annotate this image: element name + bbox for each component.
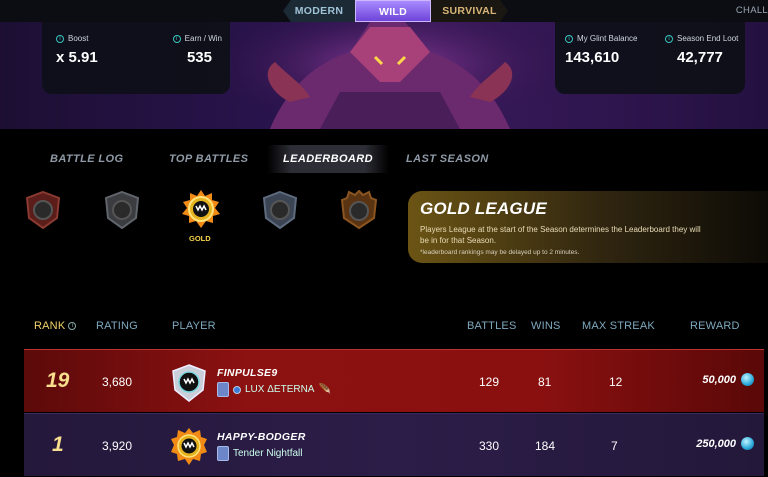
league-title: GOLD LEAGUE — [420, 199, 547, 218]
gold-league-icon[interactable] — [181, 190, 221, 230]
guild-name: Tender Nightfall — [233, 448, 303, 459]
avatar[interactable] — [170, 428, 208, 466]
champion-league-icon[interactable] — [339, 190, 379, 230]
glint-coin-icon — [741, 437, 754, 450]
format-tabs: MODERN WILD SURVIVAL — [283, 0, 508, 22]
rating-value: 3,920 — [102, 439, 133, 453]
loot-stat: i Season End Loot 42,777 — [665, 34, 738, 66]
challenge-link[interactable]: CHALL — [736, 5, 768, 16]
silver-league-icon[interactable] — [102, 190, 142, 230]
rank-header[interactable]: RANK i — [34, 320, 77, 332]
rank-value: 1 — [52, 433, 64, 456]
league-description: Players League at the start of the Seaso… — [420, 225, 701, 245]
rating-header[interactable]: RATING — [96, 320, 138, 332]
section-tabs: BATTLE LOG TOP BATTLES LEADERBOARD LAST … — [0, 145, 768, 173]
rank-value: 19 — [46, 369, 70, 392]
player-name[interactable]: HAPPY-BODGER — [217, 431, 306, 443]
max-streak-value: 7 — [611, 439, 618, 453]
tab-modern[interactable]: MODERN — [283, 0, 355, 22]
stats-panel-right: i My Glint Balance 143,610 i Season End Lo… — [555, 22, 745, 94]
boost-stat: i Boost x 5.91 — [56, 34, 98, 66]
max-streak-header[interactable]: MAX STREAK — [582, 320, 655, 332]
reward-header[interactable]: REWARD — [690, 320, 740, 332]
reward-value: 250,000 — [696, 438, 736, 450]
rating-value: 3,680 — [102, 375, 133, 389]
table-row[interactable]: 19 3,680 FINPULSE9 LUX ΔETERNA 🪶 129 81 … — [24, 349, 764, 412]
selected-league-label: GOLD — [189, 234, 211, 243]
wins-value: 184 — [535, 439, 556, 453]
tab-last-season[interactable]: LAST SEASON — [406, 145, 489, 173]
glint-stat: i My Glint Balance 143,610 — [565, 34, 637, 66]
tab-battle-log[interactable]: BATTLE LOG — [50, 145, 123, 173]
battles-header[interactable]: BATTLES — [467, 320, 517, 332]
info-icon[interactable]: i — [172, 34, 181, 43]
earn-label: Earn / Win — [184, 34, 222, 43]
guild-emblem-icon — [233, 385, 241, 394]
wins-header[interactable]: WINS — [531, 320, 561, 332]
league-note: *leaderboard rankings may be delayed up … — [420, 249, 580, 256]
earn-value: 535 — [186, 49, 212, 66]
tab-leaderboard[interactable]: LEADERBOARD — [267, 145, 389, 173]
hero-banner: i Boost x 5.91 i Earn / Win 535 i My Glint … — [0, 22, 768, 129]
loot-label: Season End Loot — [677, 34, 739, 43]
tab-survival[interactable]: SURVIVAL — [431, 0, 508, 22]
player-header[interactable]: PLAYER — [172, 320, 216, 332]
battles-value: 330 — [479, 439, 500, 453]
battles-value: 129 — [479, 375, 500, 389]
info-icon[interactable]: i — [68, 322, 77, 330]
guild-name: LUX ΔETERNA — [245, 384, 315, 395]
guild-badge-icon — [217, 446, 229, 461]
guild-info[interactable]: LUX ΔETERNA 🪶 — [217, 382, 331, 397]
avatar[interactable] — [170, 364, 208, 402]
guild-badge-icon — [217, 382, 229, 397]
max-streak-value: 12 — [609, 375, 623, 389]
info-icon[interactable]: i — [565, 34, 573, 43]
rank-header-label: RANK — [34, 320, 66, 332]
tab-top-battles[interactable]: TOP BATTLES — [169, 145, 248, 173]
diamond-league-icon[interactable] — [260, 190, 300, 230]
stats-panel-left: i Boost x 5.91 i Earn / Win 535 — [42, 22, 230, 94]
wins-value: 81 — [538, 375, 552, 389]
earn-stat: i Earn / Win 535 — [162, 34, 222, 66]
league-info-panel: GOLD LEAGUE Players League at the start … — [408, 191, 768, 263]
glint-coin-icon — [741, 373, 754, 386]
format-bar: MODERN WILD SURVIVAL CHALL — [0, 0, 768, 22]
glint-value: 143,610 — [565, 49, 620, 66]
boost-value: x 5.91 — [56, 49, 98, 66]
leaderboard-header: RANK i RATING PLAYER BATTLES WINS MAX ST… — [0, 320, 768, 336]
feather-icon: 🪶 — [318, 384, 331, 395]
player-name[interactable]: FINPULSE9 — [217, 367, 277, 379]
info-icon[interactable]: i — [56, 34, 64, 43]
reward-value: 50,000 — [702, 374, 736, 386]
tab-wild[interactable]: WILD — [355, 0, 431, 22]
loot-value: 42,777 — [677, 49, 723, 66]
monster-artwork — [230, 22, 550, 129]
bronze-league-icon[interactable] — [23, 190, 63, 230]
boost-label: Boost — [68, 34, 89, 43]
glint-label: My Glint Balance — [577, 34, 638, 43]
table-row[interactable]: 1 3,920 HAPPY-BODGER Tender Nightfall 33… — [24, 413, 764, 476]
info-icon[interactable]: i — [665, 34, 673, 43]
guild-info[interactable]: Tender Nightfall — [217, 446, 302, 461]
